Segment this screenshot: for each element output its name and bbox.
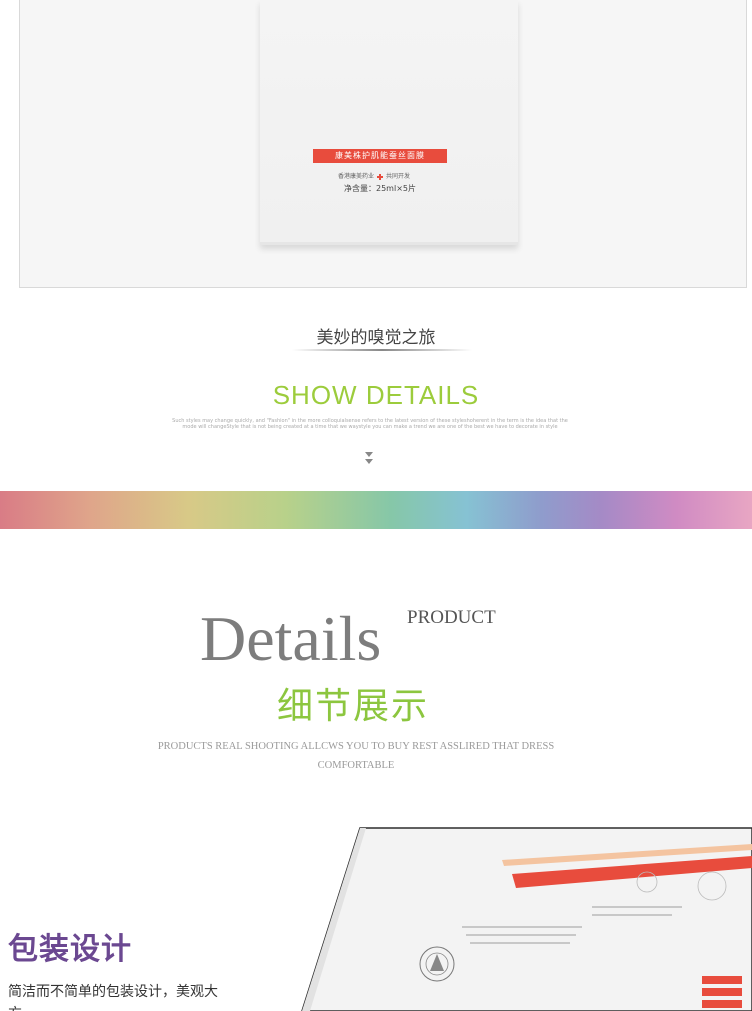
double-arrow-down-icon xyxy=(362,452,376,472)
details-subtext: PRODUCTS REAL SHOOTING ALLCWS YOU TO BUY… xyxy=(157,741,555,771)
box-company-line: 香港康美药业 共同开发 xyxy=(338,171,410,180)
product-label: PRODUCT xyxy=(407,607,496,628)
packaging-closeup-image xyxy=(262,826,752,1011)
box-net-content: 净含量：25ml×5片 xyxy=(344,184,416,193)
details-cn-heading: 细节展示 xyxy=(277,686,430,727)
show-details-heading: SHOW DETAILS xyxy=(272,380,480,410)
box-company-suffix: 共同开发 xyxy=(386,173,411,180)
journey-divider xyxy=(292,349,472,351)
box-product-label: 康美株护肌能蚕丝面膜 xyxy=(313,149,447,163)
product-photo-frame: 康美株护肌能蚕丝面膜 香港康美药业 共同开发 净含量：25ml×5片 xyxy=(19,0,747,288)
details-heading: Details xyxy=(200,603,382,674)
show-details-description: Such styles may change quickly, and "Fas… xyxy=(172,418,568,430)
cross-logo-icon xyxy=(377,173,384,180)
box-company-name: 香港康美药业 xyxy=(338,173,375,180)
rainbow-band xyxy=(0,491,752,529)
packaging-closeup-svg xyxy=(262,826,752,1011)
packaging-title: 包装设计 xyxy=(8,932,132,967)
packaging-description: 简洁而不简单的包装设计，美观大方 xyxy=(8,984,218,1011)
product-box-image: 康美株护肌能蚕丝面膜 香港康美药业 共同开发 净含量：25ml×5片 xyxy=(260,0,518,245)
journey-title: 美妙的嗅觉之旅 xyxy=(316,328,436,348)
